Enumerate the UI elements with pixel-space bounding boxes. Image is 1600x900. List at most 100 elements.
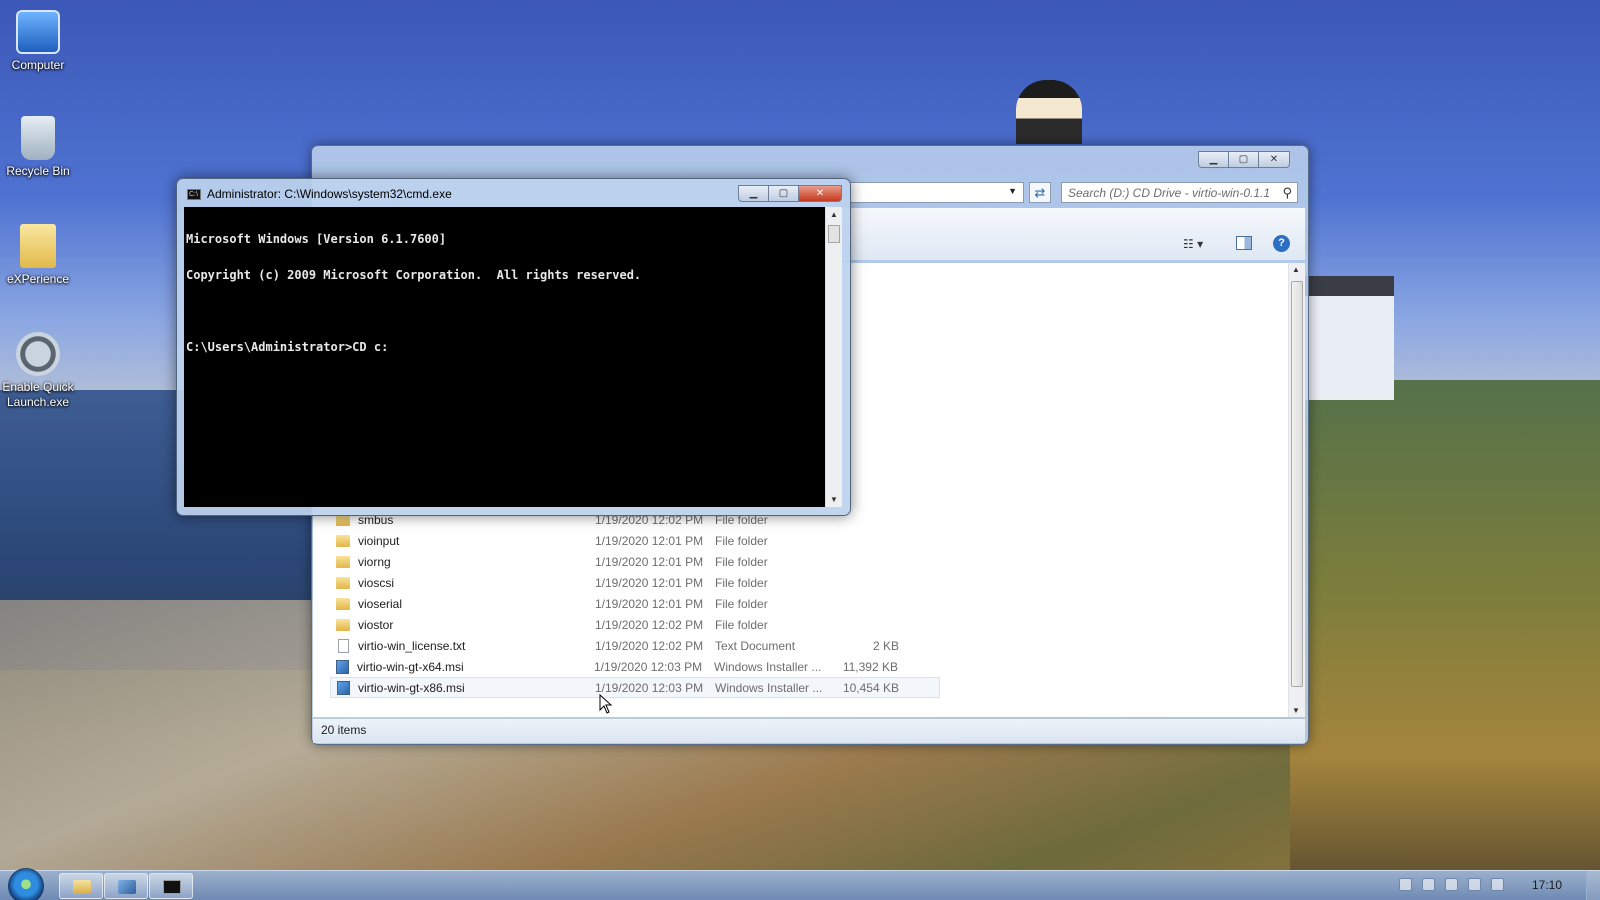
tray-flag-icon[interactable]	[1444, 878, 1458, 891]
folder-icon	[20, 224, 56, 268]
chevron-down-icon: ▼	[1008, 186, 1017, 196]
address-bar-dropdown[interactable]: ▼	[850, 182, 1024, 203]
file-name: virtio-win-gt-x64.msi	[357, 659, 464, 674]
folder-icon	[336, 555, 350, 568]
desktop-icon-recycle-bin[interactable]: Recycle Bin	[0, 116, 76, 179]
minimize-button[interactable]: ▁	[738, 185, 768, 202]
preview-pane-button[interactable]	[1236, 236, 1252, 250]
tray-volume-muted-icon[interactable]	[1490, 878, 1504, 891]
file-name: vioinput	[358, 533, 400, 548]
file-name: virtio-win-gt-x86.msi	[358, 680, 465, 695]
file-date-modified: 1/19/2020 12:01 PM	[595, 533, 704, 548]
file-row[interactable]: vioserial 1/19/2020 12:01 PM File folder	[330, 593, 940, 614]
file-row[interactable]: virtio-win-gt-x86.msi 1/19/2020 12:03 PM W…	[330, 677, 940, 698]
recycle-bin-icon	[21, 116, 55, 160]
taskbar-button-command-prompt[interactable]	[149, 873, 193, 899]
file-type: Windows Installer ...	[715, 680, 823, 695]
close-icon: ✕	[1269, 154, 1279, 165]
minimize-icon: ▁	[1209, 154, 1218, 165]
file-date-modified: 1/19/2020 12:02 PM	[595, 617, 704, 632]
file-row[interactable]: vioscsi 1/19/2020 12:01 PM File folder	[330, 572, 940, 593]
cmd-title-bar[interactable]: C:\ Administrator: C:\Windows\system32\c…	[187, 187, 452, 201]
clock[interactable]: 17:10	[1532, 878, 1562, 892]
file-row[interactable]: vioinput 1/19/2020 12:01 PM File folder	[330, 530, 940, 551]
help-icon: ?	[1278, 237, 1285, 249]
file-list: smbus 1/19/2020 12:02 PM File folder vioinp…	[330, 509, 940, 698]
system-tray: 17:10	[1398, 878, 1562, 892]
minimize-icon: ▁	[749, 188, 758, 199]
maximize-button[interactable]: ▢	[1228, 151, 1258, 168]
scroll-down-icon[interactable]: ▼	[1292, 706, 1300, 715]
file-date-modified: 1/19/2020 12:01 PM	[595, 596, 704, 611]
scrollbar-thumb[interactable]	[1291, 281, 1303, 687]
file-name: vioscsi	[358, 575, 395, 590]
search-input[interactable]: Search (D:) CD Drive - virtio-win-0.1.1 …	[1061, 182, 1298, 203]
console-line: Microsoft Windows [Version 6.1.7600]	[186, 232, 447, 246]
tray-network-icon[interactable]	[1467, 878, 1481, 891]
desktop-icon-experience[interactable]: eXPerience	[0, 224, 76, 287]
scrollbar-thumb[interactable]	[828, 225, 840, 243]
chevron-down-icon: ▾	[1197, 237, 1204, 251]
folder-icon	[336, 597, 350, 610]
status-item-count: 20 items	[321, 723, 367, 737]
taskbar-button-windows-explorer[interactable]	[59, 873, 103, 899]
folder-icon	[336, 576, 350, 589]
close-button[interactable]: ✕	[1258, 151, 1290, 168]
file-size: 11,392 KB	[842, 659, 898, 674]
desktop-icon-label: Computer	[11, 58, 65, 72]
file-date-modified: 1/19/2020 12:01 PM	[595, 554, 704, 569]
search-icon[interactable]: ⚲	[1282, 185, 1292, 201]
desktop-icon-label: eXPerience	[6, 272, 70, 286]
refresh-button[interactable]: ⇄	[1029, 182, 1051, 203]
search-placeholder: Search (D:) CD Drive - virtio-win-0.1.1	[1068, 186, 1271, 200]
taskbar: 17:10	[0, 868, 1600, 900]
folder-icon	[336, 534, 350, 547]
help-button[interactable]: ?	[1273, 235, 1290, 252]
file-date-modified: 1/19/2020 12:03 PM	[594, 659, 703, 674]
file-type: File folder	[715, 617, 768, 632]
maximize-button[interactable]: ▢	[768, 185, 798, 202]
refresh-icon: ⇄	[1034, 185, 1046, 200]
desktop-icon-computer[interactable]: Computer	[0, 10, 76, 73]
file-row[interactable]: viostor 1/19/2020 12:02 PM File folder	[330, 614, 940, 635]
tray-document-icon[interactable]	[1398, 878, 1412, 891]
computer-icon	[16, 10, 60, 54]
file-date-modified: 1/19/2020 12:02 PM	[595, 638, 704, 653]
vertical-scrollbar[interactable]: ▲ ▼	[1288, 263, 1305, 717]
file-row[interactable]: virtio-win_license.txt 1/19/2020 12:02 PM…	[330, 635, 940, 656]
file-name: virtio-win_license.txt	[358, 638, 466, 653]
cmd-window[interactable]: C:\ Administrator: C:\Windows\system32\c…	[176, 178, 851, 516]
minimize-button[interactable]: ▁	[1198, 151, 1228, 168]
maximize-icon: ▢	[1238, 154, 1249, 165]
console-output[interactable]: Microsoft Windows [Version 6.1.7600] Cop…	[184, 207, 825, 507]
file-size: 2 KB	[872, 638, 899, 653]
file-row[interactable]: viorng 1/19/2020 12:01 PM File folder	[330, 551, 940, 572]
cmd-title: Administrator: C:\Windows\system32\cmd.e…	[207, 187, 452, 201]
desktop-icon-enable-quick-launch[interactable]: Enable Quick Launch.exe	[0, 332, 76, 410]
desktop-icon-label: Recycle Bin	[6, 164, 70, 178]
wallpaper-lighthouse	[1016, 80, 1082, 144]
show-desktop-button[interactable]	[1586, 871, 1600, 900]
file-row[interactable]: virtio-win-gt-x64.msi 1/19/2020 12:03 PM W…	[330, 656, 940, 677]
installer-icon	[337, 680, 350, 695]
scroll-down-icon[interactable]: ▼	[830, 495, 838, 504]
taskbar-button-installer[interactable]	[104, 873, 148, 899]
cmd-vertical-scrollbar[interactable]: ▲ ▼	[825, 207, 842, 507]
tray-security-icon[interactable]	[1421, 878, 1435, 891]
file-type: File folder	[715, 596, 768, 611]
file-type: File folder	[715, 554, 768, 569]
explorer-window-controls: ▁ ▢ ✕	[1198, 151, 1290, 168]
change-view-button[interactable]: ☷ ▾	[1183, 237, 1203, 251]
scroll-up-icon[interactable]: ▲	[1292, 265, 1300, 274]
close-icon: ✕	[815, 188, 825, 199]
close-button[interactable]: ✕	[798, 185, 842, 202]
scroll-up-icon[interactable]: ▲	[830, 210, 838, 219]
file-type: Windows Installer ...	[714, 659, 822, 674]
installer-icon	[336, 659, 349, 674]
start-button[interactable]	[8, 868, 44, 900]
file-size: 10,454 KB	[842, 680, 899, 695]
view-list-icon: ☷	[1183, 237, 1194, 251]
status-bar: 20 items	[313, 719, 1305, 743]
cmd-window-controls: ▁ ▢ ✕	[738, 185, 842, 202]
